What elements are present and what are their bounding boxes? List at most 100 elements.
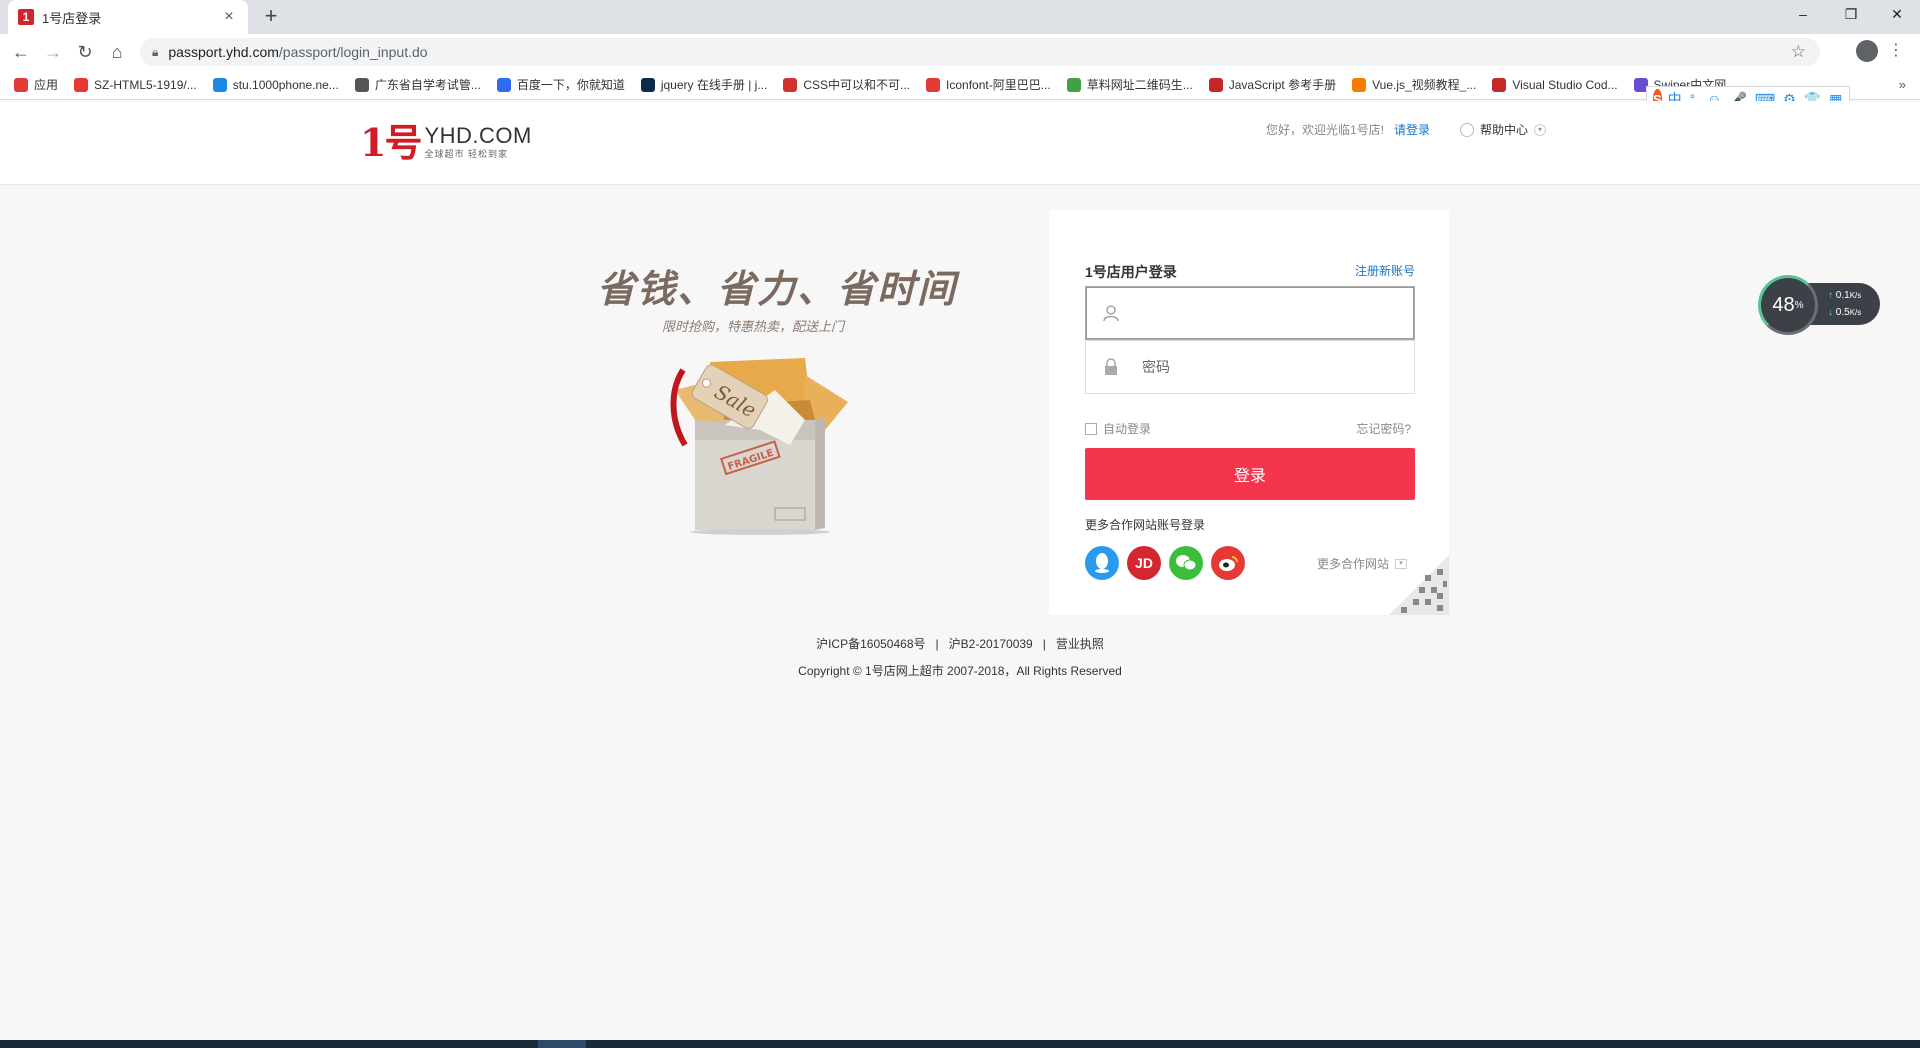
- bookmark-label: 广东省自学考试管...: [374, 78, 481, 92]
- sale-box-illustration: Sale FRAGILE: [670, 358, 848, 535]
- chevron-down-icon: ▾: [1534, 123, 1547, 136]
- forward-button[interactable]: →: [40, 40, 66, 66]
- taskbar-active-app[interactable]: [538, 1040, 586, 1048]
- tab-close-icon[interactable]: ×: [220, 8, 238, 26]
- bookmark-item[interactable]: Vue.js_视频教程_...: [1352, 76, 1476, 93]
- yhd-logo[interactable]: 1号 YHD.COM 全球超市 轻松到家: [360, 120, 532, 165]
- address-bar[interactable]: 🔒︎ passport.yhd.com/passport/login_input…: [140, 38, 1820, 66]
- help-center-label: 帮助中心: [1480, 123, 1529, 137]
- bookmark-favicon-icon: [74, 77, 89, 92]
- forgot-password-link[interactable]: 忘记密码?: [1356, 420, 1411, 437]
- auto-login-option[interactable]: 自动登录: [1085, 420, 1151, 437]
- yhd-favicon-icon: 1: [18, 9, 34, 25]
- bookmark-label: 百度一下，你就知道: [516, 78, 625, 92]
- browser-toolbar: ← → ↻ ⌂ 🔒︎ passport.yhd.com/passport/log…: [0, 34, 1920, 70]
- bookmark-item[interactable]: 草料网址二维码生...: [1066, 76, 1193, 93]
- partner-login-title: 更多合作网站账号登录: [1085, 518, 1206, 532]
- weibo-login-icon[interactable]: [1211, 546, 1245, 580]
- b2-license-link[interactable]: 沪B2-20170039: [949, 637, 1033, 651]
- bookmark-label: Vue.js_视频教程_...: [1372, 78, 1477, 92]
- network-speed-widget[interactable]: ↑ 0.1K/s ↓ 0.5K/s 48%: [1758, 275, 1880, 335]
- memory-percent: 48: [1772, 293, 1795, 316]
- bookmark-label: JavaScript 参考手册: [1228, 78, 1337, 92]
- business-license-link[interactable]: 营业执照: [1056, 637, 1104, 651]
- bookmark-label: jquery 在线手册 | j...: [660, 78, 768, 92]
- qr-code-corner-icon[interactable]: [1389, 555, 1449, 615]
- bookmark-item[interactable]: SZ-HTML5-1919/...: [74, 77, 197, 92]
- apps-grid-icon: [14, 77, 28, 92]
- bookmark-favicon-icon: [1492, 77, 1507, 92]
- bookmark-item[interactable]: Visual Studio Cod...: [1492, 77, 1618, 92]
- bookmark-item[interactable]: Iconfont-阿里巴巴...: [926, 76, 1051, 93]
- bookmark-item[interactable]: 应用: [14, 76, 58, 93]
- help-center-menu[interactable]: 帮助中心 ▾: [1460, 121, 1547, 138]
- bookmark-item[interactable]: CSS中可以和不可...: [783, 76, 910, 93]
- download-arrow-icon: ↓: [1828, 307, 1833, 318]
- password-field[interactable]: [1085, 340, 1415, 394]
- wechat-login-icon[interactable]: [1169, 546, 1203, 580]
- bookmark-favicon-icon: [926, 77, 941, 92]
- promo-subtitle: 限时抢购，特惠热卖，配送上门: [662, 319, 845, 334]
- bookmark-favicon-icon: [783, 77, 798, 92]
- password-input[interactable]: [1142, 359, 1392, 375]
- bookmark-favicon-icon: [496, 77, 511, 92]
- browser-tab-active[interactable]: 1 1号店登录 ×: [8, 0, 248, 34]
- login-card-title: 1号店用户登录: [1085, 264, 1177, 280]
- window-minimize-button[interactable]: –: [1780, 0, 1826, 30]
- login-button[interactable]: 登录: [1085, 448, 1415, 500]
- bookmark-item[interactable]: stu.1000phone.ne...: [212, 77, 339, 92]
- bookmarks-bar: 应用 SZ-HTML5-1919/... stu.1000phone.ne... 广东…: [0, 70, 1920, 100]
- qq-login-icon[interactable]: [1085, 546, 1119, 580]
- header-login-link[interactable]: 请登录: [1394, 121, 1430, 138]
- logo-mark: 1号: [360, 120, 422, 165]
- username-input[interactable]: [1142, 305, 1392, 321]
- bookmark-item[interactable]: 广东省自学考试管...: [354, 76, 481, 93]
- browser-menu-icon[interactable]: ⋮: [1888, 40, 1904, 60]
- icp-link[interactable]: 沪ICP备16050468号: [816, 637, 925, 651]
- footer-separator-2: |: [1042, 637, 1046, 651]
- download-speed: 0.5: [1835, 307, 1850, 318]
- footer-copyright: Copyright © 1号店网上超市 2007-2018，All Rights…: [798, 664, 1122, 678]
- auto-login-checkbox[interactable]: [1085, 422, 1097, 435]
- logo-text-group: YHD.COM 全球超市 轻松到家: [424, 125, 531, 160]
- reload-button[interactable]: ↻: [72, 40, 98, 66]
- lock-icon: [1105, 358, 1117, 375]
- bookmark-favicon-icon: [640, 77, 655, 92]
- back-button[interactable]: ←: [8, 40, 34, 66]
- home-button[interactable]: ⌂: [104, 40, 130, 66]
- bookmark-star-icon[interactable]: ☆: [1791, 42, 1806, 62]
- bookmark-favicon-icon: [354, 77, 369, 92]
- bookmark-item[interactable]: 百度一下，你就知道: [496, 76, 625, 93]
- bookmarks-overflow-icon[interactable]: »: [1899, 77, 1906, 92]
- jd-glyph: JD: [1135, 555, 1153, 571]
- upload-speed: 0.1: [1835, 290, 1850, 301]
- logo-domain: YHD.COM: [424, 123, 532, 148]
- memory-percent-unit: %: [1794, 299, 1804, 311]
- upload-arrow-icon: ↑: [1828, 290, 1833, 301]
- window-close-button[interactable]: ✕: [1874, 0, 1920, 30]
- bookmark-favicon-icon: [1352, 77, 1367, 92]
- bookmark-item[interactable]: jquery 在线手册 | j...: [640, 76, 768, 93]
- jd-login-icon[interactable]: JD: [1127, 546, 1161, 580]
- upload-unit: K/s: [1849, 291, 1862, 300]
- profile-avatar-icon[interactable]: [1856, 40, 1878, 62]
- bookmark-item[interactable]: JavaScript 参考手册: [1208, 76, 1337, 93]
- tab-title: 1号店登录: [42, 10, 102, 26]
- bookmark-label: Visual Studio Cod...: [1512, 77, 1618, 92]
- new-tab-button[interactable]: +: [258, 4, 284, 30]
- bookmark-favicon-icon: [1208, 77, 1223, 92]
- register-link[interactable]: 注册新账号: [1355, 262, 1415, 279]
- window-restore-button[interactable]: ❐: [1828, 0, 1874, 30]
- auto-login-label: 自动登录: [1103, 422, 1152, 436]
- footer-separator: |: [935, 637, 939, 651]
- logo-slogan: 全球超市 轻松到家: [424, 149, 508, 159]
- bookmark-label: stu.1000phone.ne...: [232, 77, 339, 92]
- lock-icon: 🔒︎: [152, 44, 159, 59]
- header-user-links: 您好，欢迎光临1号店! 请登录 帮助中心 ▾: [1266, 121, 1547, 138]
- browser-tab-bar: 1 1号店登录 × + – ❐ ✕: [0, 0, 1920, 34]
- promo-title: 省钱、省力、省时间: [597, 266, 958, 311]
- bookmark-favicon-icon: [1066, 77, 1081, 92]
- user-icon: [1103, 305, 1119, 322]
- url-path: /passport/login_input.do: [278, 44, 428, 60]
- username-field[interactable]: [1085, 286, 1415, 340]
